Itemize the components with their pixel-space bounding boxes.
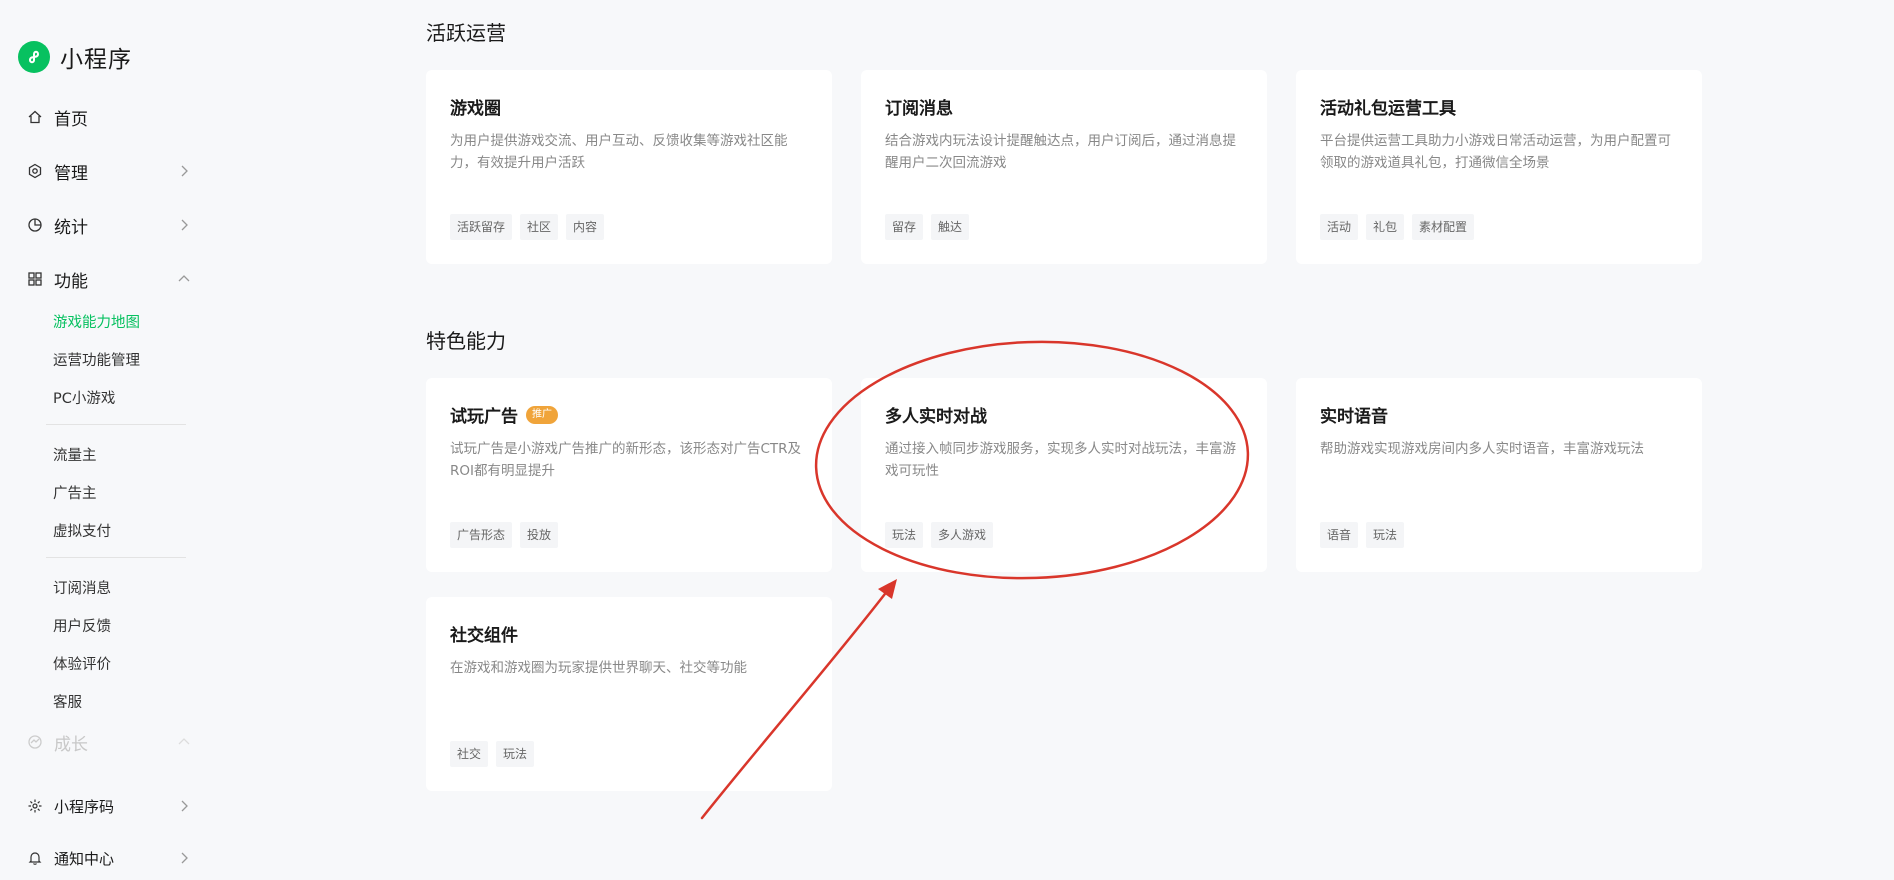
card-title: 社交组件	[450, 626, 518, 646]
capability-card-realtime-voice[interactable]: 实时语音 帮助游戏实现游戏房间内多人实时语音，丰富游戏玩法 语音 玩法	[1296, 378, 1702, 572]
bell-icon	[26, 849, 44, 867]
card-description: 平台提供运营工具助力小游戏日常活动运营，为用户配置可领取的游戏道具礼包，打通微信…	[1320, 133, 1671, 171]
card-description: 试玩广告是小游戏广告推广的新形态，该形态对广告CTR及ROI都有明显提升	[450, 441, 802, 479]
card-title: 实时语音	[1320, 407, 1388, 427]
capability-card-subscription[interactable]: 订阅消息 结合游戏内玩法设计提醒触达点，用户订阅后，通过消息提醒用户二次回流游戏…	[861, 70, 1267, 264]
sidebar-item-game-capability-map[interactable]: 游戏能力地图	[53, 311, 140, 332]
card-title: 游戏圈	[450, 99, 501, 119]
divider	[46, 557, 186, 558]
sidebar-item-pc-game[interactable]: PC小游戏	[53, 387, 115, 408]
tag-list: 活跃留存 社区 内容	[450, 214, 612, 240]
sidebar-item-advertiser[interactable]: 广告主	[53, 482, 97, 503]
app-logo[interactable]: 小程序	[18, 40, 132, 74]
nav-notifications-label: 通知中心	[54, 849, 115, 868]
mini-program-logo-icon	[18, 41, 50, 73]
tag: 玩法	[885, 522, 924, 548]
tag: 语音	[1320, 522, 1359, 548]
card-description: 为用户提供游戏交流、用户互动、反馈收集等游戏社区能力，有效提升用户活跃	[450, 133, 788, 171]
nav-manage[interactable]: 管理	[26, 157, 192, 185]
tag: 玩法	[496, 741, 535, 767]
nav-stats-label: 统计	[54, 217, 88, 238]
sidebar-item-publisher[interactable]: 流量主	[53, 444, 97, 465]
capability-card-game-circle[interactable]: 游戏圈 为用户提供游戏交流、用户互动、反馈收集等游戏社区能力，有效提升用户活跃 …	[426, 70, 832, 264]
card-title-text: 试玩广告	[450, 407, 518, 427]
app-title: 小程序	[60, 47, 132, 73]
growth-icon	[26, 733, 44, 751]
card-description: 通过接入帧同步游戏服务，实现多人实时对战玩法，丰富游戏可玩性	[885, 441, 1236, 479]
promo-badge: 推广	[526, 405, 558, 424]
tag: 活动	[1320, 214, 1359, 240]
divider	[46, 424, 186, 425]
tag: 社区	[520, 214, 559, 240]
pie-chart-icon	[26, 216, 44, 234]
sidebar-item-subscription[interactable]: 订阅消息	[53, 577, 111, 598]
tag-list: 语音 玩法	[1320, 522, 1412, 548]
home-icon	[26, 108, 44, 126]
tag-list: 留存 触达	[885, 214, 977, 240]
nav-growth-label: 成长	[54, 734, 88, 755]
capability-card-multiplayer-battle[interactable]: 多人实时对战 通过接入帧同步游戏服务，实现多人实时对战玩法，丰富游戏可玩性 玩法…	[861, 378, 1267, 572]
tag: 活跃留存	[450, 214, 513, 240]
tag: 广告形态	[450, 522, 513, 548]
nav-features[interactable]: 功能	[26, 265, 192, 293]
settings-hexagon-icon	[26, 162, 44, 180]
nav-growth[interactable]: 成长	[26, 728, 192, 756]
card-title: 多人实时对战	[885, 407, 987, 427]
tag: 玩法	[1366, 522, 1405, 548]
grid-icon	[26, 270, 44, 288]
sidebar: 小程序 首页 管理 统计 功能 游戏能力地图 运营功能管理 PC小游戏 流量主 …	[0, 0, 200, 880]
tag: 礼包	[1366, 214, 1405, 240]
chevron-right-icon	[181, 852, 188, 864]
sidebar-item-operation-management[interactable]: 运营功能管理	[53, 349, 140, 370]
nav-home-label: 首页	[54, 109, 88, 130]
tag-list: 社交 玩法	[450, 741, 542, 767]
chevron-right-icon	[181, 219, 188, 231]
nav-qrcode-label: 小程序码	[54, 797, 115, 816]
section-title-active-operations: 活跃运营	[426, 21, 506, 45]
tag: 多人游戏	[931, 522, 994, 548]
tag: 触达	[931, 214, 970, 240]
tag-list: 活动 礼包 素材配置	[1320, 214, 1482, 240]
sidebar-item-feedback[interactable]: 用户反馈	[53, 615, 111, 636]
nav-qrcode[interactable]: 小程序码	[26, 792, 192, 820]
sun-code-icon	[26, 797, 44, 815]
nav-home[interactable]: 首页	[26, 103, 192, 131]
capability-card-social-component[interactable]: 社交组件 在游戏和游戏圈为玩家提供世界聊天、社交等功能 社交 玩法	[426, 597, 832, 791]
arrow-head-icon	[878, 579, 897, 599]
tag: 社交	[450, 741, 489, 767]
card-title: 订阅消息	[885, 99, 953, 119]
nav-notifications[interactable]: 通知中心	[26, 844, 192, 872]
sidebar-item-customer-service[interactable]: 客服	[53, 691, 82, 712]
nav-stats[interactable]: 统计	[26, 211, 192, 239]
tag-list: 玩法 多人游戏	[885, 522, 1001, 548]
nav-features-label: 功能	[54, 271, 88, 292]
tag: 内容	[566, 214, 605, 240]
sidebar-item-virtual-payment[interactable]: 虚拟支付	[53, 520, 111, 541]
tag: 投放	[520, 522, 559, 548]
card-title: 试玩广告 推广	[450, 402, 558, 427]
card-title: 活动礼包运营工具	[1320, 99, 1456, 119]
tag: 素材配置	[1412, 214, 1475, 240]
chevron-right-icon	[181, 800, 188, 812]
capability-card-playable-ads[interactable]: 试玩广告 推广 试玩广告是小游戏广告推广的新形态，该形态对广告CTR及ROI都有…	[426, 378, 832, 572]
card-description: 帮助游戏实现游戏房间内多人实时语音，丰富游戏玩法	[1320, 441, 1644, 457]
card-description: 结合游戏内玩法设计提醒触达点，用户订阅后，通过消息提醒用户二次回流游戏	[885, 133, 1236, 171]
chevron-up-icon	[178, 275, 190, 282]
chevron-right-icon	[181, 165, 188, 177]
tag: 留存	[885, 214, 924, 240]
capability-card-gift-tool[interactable]: 活动礼包运营工具 平台提供运营工具助力小游戏日常活动运营，为用户配置可领取的游戏…	[1296, 70, 1702, 264]
sidebar-item-experience-rating[interactable]: 体验评价	[53, 653, 111, 674]
nav-manage-label: 管理	[54, 163, 88, 184]
chevron-up-icon	[178, 738, 190, 745]
card-description: 在游戏和游戏圈为玩家提供世界聊天、社交等功能	[450, 660, 747, 676]
section-title-featured-capabilities: 特色能力	[426, 329, 506, 353]
tag-list: 广告形态 投放	[450, 522, 566, 548]
